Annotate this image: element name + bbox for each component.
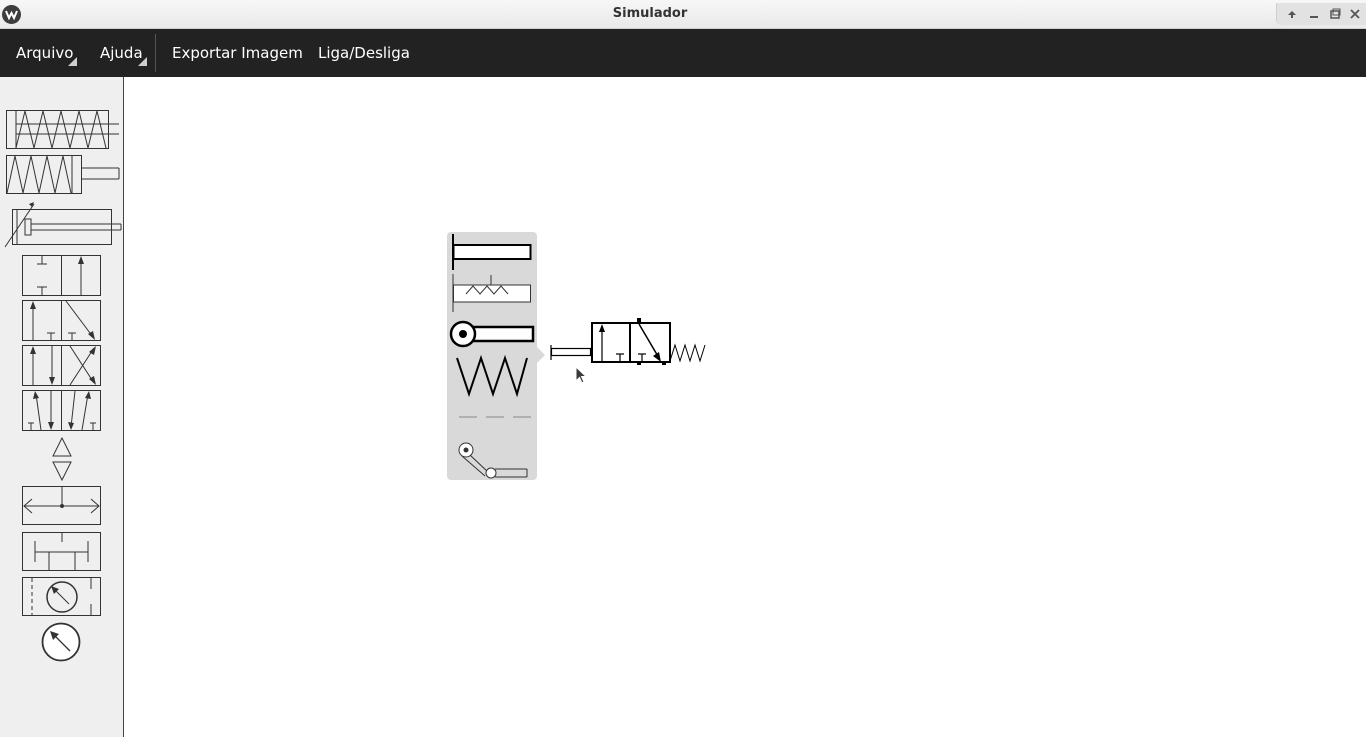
adjustable-cushion-cylinder-icon[interactable] <box>4 199 122 249</box>
valve-4-2-icon[interactable] <box>22 345 102 387</box>
valve-5-2-icon[interactable] <box>22 390 102 432</box>
pressure-gauge-icon[interactable] <box>41 622 83 664</box>
gauge-box-icon[interactable] <box>22 577 102 619</box>
actuator-selection-popup <box>447 232 537 480</box>
submenu-indicator-icon <box>68 57 77 66</box>
mouse-cursor-icon <box>575 365 589 390</box>
menu-separator <box>155 34 156 72</box>
pilot-line-actuator-icon[interactable] <box>459 412 533 422</box>
detent-actuator-icon[interactable] <box>451 272 535 314</box>
submenu-indicator-icon <box>138 57 147 66</box>
valve-2-2-icon[interactable] <box>22 255 102 297</box>
roller-actuator-icon[interactable] <box>449 318 535 350</box>
menu-bar: Arquivo Ajuda Exportar Imagem Liga/Desli… <box>0 29 1366 77</box>
keep-above-icon[interactable] <box>1283 5 1301 23</box>
restore-icon[interactable] <box>1326 5 1344 23</box>
junction-icon[interactable] <box>22 532 102 574</box>
simulation-canvas[interactable] <box>125 77 1366 737</box>
window-title: Simulador <box>612 6 688 21</box>
minimize-icon[interactable] <box>1305 5 1323 23</box>
exhaust-icon[interactable] <box>51 460 73 482</box>
menu-exportar-imagem-label: Exportar Imagem <box>172 44 303 62</box>
menu-exportar-imagem[interactable]: Exportar Imagem <box>172 29 303 77</box>
menu-ajuda-label: Ajuda <box>100 44 143 62</box>
double-spring-cylinder-icon[interactable] <box>6 110 120 150</box>
menu-ajuda[interactable]: Ajuda <box>100 29 143 77</box>
roller-lever-actuator-icon[interactable] <box>455 438 531 482</box>
window-controls <box>1276 3 1366 25</box>
popup-pointer <box>537 347 545 363</box>
menu-arquivo[interactable]: Arquivo <box>16 29 73 77</box>
title-bar: Simulador <box>0 0 1366 29</box>
valve-3-2-spring-return[interactable] <box>549 314 711 374</box>
component-palette <box>0 77 124 737</box>
close-icon[interactable] <box>1346 5 1364 23</box>
menu-arquivo-label: Arquivo <box>16 44 74 62</box>
valve-3-2-icon[interactable] <box>22 300 102 342</box>
spring-return-cylinder-icon[interactable] <box>6 155 120 195</box>
menu-liga-desliga-label: Liga/Desliga <box>318 44 410 62</box>
menu-liga-desliga[interactable]: Liga/Desliga <box>318 29 410 77</box>
spring-actuator-icon[interactable] <box>455 354 531 398</box>
push-button-actuator-icon[interactable] <box>451 232 535 272</box>
flow-split-icon[interactable] <box>22 486 102 528</box>
pressure-source-icon[interactable] <box>51 436 73 458</box>
